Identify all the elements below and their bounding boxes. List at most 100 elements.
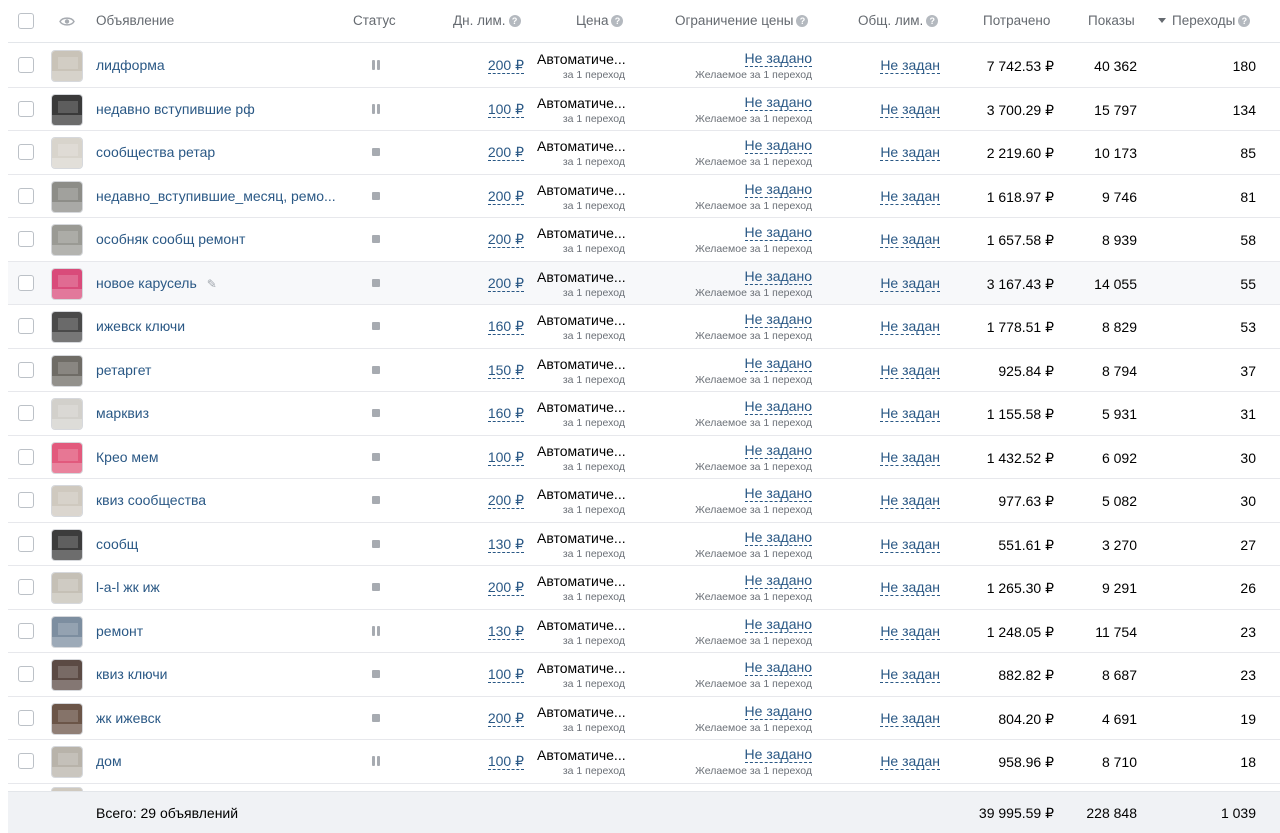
daily-limit-link[interactable]: 200 ₽ <box>487 232 524 248</box>
table-row-13[interactable]: l-a-l жк иж 200 ₽ Автоматиче... за 1 пер… <box>8 566 1280 610</box>
table-row-16[interactable]: жк ижевск 200 ₽ Автоматиче... за 1 перех… <box>8 697 1280 740</box>
question-circle-icon[interactable]: ? <box>508 15 521 27</box>
stop-icon[interactable] <box>370 451 382 463</box>
question-circle-icon[interactable]: ? <box>611 15 624 27</box>
ad-thumbnail[interactable] <box>51 485 83 517</box>
col-daily-limit[interactable]: Дн. лим.? <box>453 13 521 28</box>
price-limit-link[interactable]: Не задано <box>744 747 812 763</box>
price-mode[interactable]: Автоматиче... <box>537 182 626 198</box>
row-checkbox[interactable] <box>18 144 34 160</box>
price-mode[interactable]: Автоматиче... <box>537 617 626 633</box>
pause-icon[interactable] <box>370 103 382 115</box>
table-row-8[interactable]: ретаргет 150 ₽ Автоматиче... за 1 перехо… <box>8 349 1280 392</box>
question-circle-icon[interactable]: ? <box>1238 15 1251 27</box>
total-limit-link[interactable]: Не задан <box>880 754 940 770</box>
total-limit-link[interactable]: Не задан <box>880 101 940 118</box>
price-mode[interactable]: Автоматиче... <box>537 399 626 415</box>
total-limit-link[interactable]: Не задан <box>880 275 940 292</box>
price-limit-link[interactable]: Не задано <box>744 442 812 459</box>
stop-icon[interactable] <box>370 712 382 724</box>
price-mode[interactable]: Автоматиче... <box>537 486 626 502</box>
price-mode[interactable]: Автоматиче... <box>537 269 626 285</box>
total-limit-link[interactable]: Не задан <box>880 232 940 248</box>
col-price-limit[interactable]: Ограничение цены? <box>675 13 809 28</box>
table-row-7[interactable]: ижевск ключи 160 ₽ Автоматиче... за 1 пе… <box>8 305 1280 349</box>
daily-limit-link[interactable]: 150 ₽ <box>487 362 524 379</box>
daily-limit-link[interactable]: 200 ₽ <box>487 710 524 727</box>
stop-icon[interactable] <box>370 233 382 245</box>
stop-icon[interactable] <box>370 494 382 506</box>
table-row-5[interactable]: особняк сообщ ремонт 200 ₽ Автоматиче...… <box>8 218 1280 262</box>
daily-limit-link[interactable]: 100 ₽ <box>487 754 524 770</box>
total-limit-link[interactable]: Не задан <box>880 623 940 640</box>
table-row-3[interactable]: сообщества ретар 200 ₽ Автоматиче... за … <box>8 131 1280 175</box>
stop-icon[interactable] <box>370 190 382 202</box>
question-circle-icon[interactable]: ? <box>796 15 809 27</box>
daily-limit-link[interactable]: 100 ₽ <box>487 667 524 683</box>
row-checkbox[interactable] <box>18 231 34 247</box>
col-ad[interactable]: Объявление <box>96 13 174 28</box>
ad-name-link[interactable]: марквиз <box>96 405 149 421</box>
price-limit-link[interactable]: Не задано <box>744 51 812 67</box>
stop-icon[interactable] <box>370 581 382 593</box>
pause-icon[interactable] <box>370 59 382 71</box>
stop-icon[interactable] <box>370 320 382 332</box>
daily-limit-link[interactable]: 130 ₽ <box>487 536 524 553</box>
total-limit-link[interactable]: Не задан <box>880 667 940 683</box>
row-checkbox[interactable] <box>18 492 34 508</box>
total-limit-link[interactable]: Не задан <box>880 580 940 596</box>
pencil-icon[interactable]: ✎ <box>207 277 217 291</box>
price-limit-link[interactable]: Не задано <box>744 181 812 198</box>
price-limit-link[interactable]: Не задано <box>744 138 812 154</box>
stop-icon[interactable] <box>370 146 382 158</box>
stop-icon[interactable] <box>370 538 382 550</box>
pause-icon[interactable] <box>370 755 382 767</box>
daily-limit-link[interactable]: 200 ₽ <box>487 145 524 161</box>
ad-name-link[interactable]: сообщ <box>96 536 138 552</box>
ad-thumbnail[interactable] <box>51 702 83 735</box>
col-status[interactable]: Статус <box>353 13 396 28</box>
total-limit-link[interactable]: Не задан <box>880 710 940 727</box>
pause-icon[interactable] <box>370 625 382 637</box>
table-row-12[interactable]: сообщ 130 ₽ Автоматиче... за 1 переход Н… <box>8 523 1280 566</box>
ad-name-link[interactable]: квиз ключи <box>96 666 167 682</box>
col-impressions[interactable]: Показы <box>1088 13 1135 28</box>
stop-icon[interactable] <box>370 364 382 376</box>
daily-limit-link[interactable]: 200 ₽ <box>487 275 524 292</box>
ad-name-link[interactable]: жк ижевск <box>96 710 161 726</box>
total-limit-link[interactable]: Не задан <box>880 406 940 422</box>
ad-name-link[interactable]: особняк сообщ ремонт <box>96 231 245 247</box>
price-limit-link[interactable]: Не задано <box>744 703 812 720</box>
ad-name-link[interactable]: ижевск ключи <box>96 318 185 334</box>
ad-name-link[interactable]: ретаргет <box>96 362 151 378</box>
price-limit-link[interactable]: Не задано <box>744 573 812 589</box>
price-limit-link[interactable]: Не задано <box>744 312 812 328</box>
price-limit-link[interactable]: Не задано <box>744 355 812 372</box>
ad-thumbnail[interactable] <box>51 746 83 778</box>
ad-thumbnail[interactable] <box>51 50 83 82</box>
row-checkbox[interactable] <box>18 100 34 117</box>
ad-name-link[interactable]: лидформа <box>96 57 165 73</box>
price-mode[interactable]: Автоматиче... <box>537 356 626 372</box>
price-mode[interactable]: Автоматиче... <box>537 443 626 459</box>
price-limit-link[interactable]: Не задано <box>744 399 812 415</box>
total-limit-link[interactable]: Не задан <box>880 536 940 553</box>
daily-limit-link[interactable]: 200 ₽ <box>487 493 524 509</box>
price-mode[interactable]: Автоматиче... <box>537 530 626 546</box>
ad-thumbnail[interactable] <box>51 441 83 474</box>
row-checkbox[interactable] <box>18 187 34 204</box>
row-checkbox[interactable] <box>18 405 34 421</box>
table-row-1[interactable]: лидформа 200 ₽ Автоматиче... за 1 перехо… <box>8 44 1280 88</box>
total-limit-link[interactable]: Не задан <box>880 319 940 335</box>
table-row-17[interactable]: дом 100 ₽ Автоматиче... за 1 переход Не … <box>8 740 1280 784</box>
row-checkbox[interactable] <box>18 753 34 769</box>
price-mode[interactable]: Автоматиче... <box>537 95 626 111</box>
ad-name-link[interactable]: недавно вступившие рф <box>96 101 255 117</box>
row-checkbox[interactable] <box>18 709 34 726</box>
stop-icon[interactable] <box>370 277 382 289</box>
row-checkbox[interactable] <box>18 448 34 465</box>
ad-thumbnail[interactable] <box>51 224 83 256</box>
daily-limit-link[interactable]: 100 ₽ <box>487 101 524 118</box>
price-mode[interactable]: Автоматиче... <box>537 573 626 589</box>
price-mode[interactable]: Автоматиче... <box>537 747 626 763</box>
